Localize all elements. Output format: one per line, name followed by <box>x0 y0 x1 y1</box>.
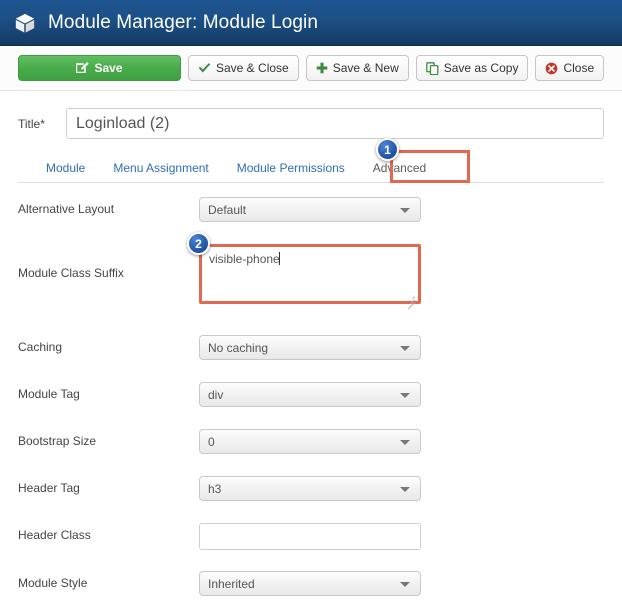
title-label-text: Title <box>18 116 41 131</box>
annotation-badge-1: 1 <box>376 138 399 161</box>
chevron-down-icon <box>400 439 410 445</box>
label-module-style: Module Style <box>18 576 88 590</box>
page-header: Module Manager: Module Login <box>0 0 622 46</box>
field-row-header-class: Header Class <box>18 523 604 550</box>
chevron-down-icon <box>400 392 410 398</box>
field-row-bootstrap-size: Bootstrap Size 0 <box>18 429 604 455</box>
select-alternative-layout[interactable]: Default <box>199 197 421 222</box>
field-row-caching: Caching No caching <box>18 335 604 361</box>
cube-icon <box>14 12 36 34</box>
label-module-tag: Module Tag <box>18 387 80 401</box>
tab-bar: Module Menu Assignment Module Permission… <box>18 138 604 183</box>
tab-advanced[interactable]: Advanced <box>359 161 440 182</box>
title-input[interactable] <box>66 108 604 139</box>
field-row-alternative-layout: Alternative Layout Default <box>18 197 604 223</box>
save-as-copy-label: Save as Copy <box>443 61 519 75</box>
select-module-style[interactable]: Inherited <box>199 571 421 596</box>
page-title: Module Manager: Module Login <box>48 11 319 33</box>
edit-pencil-icon <box>76 61 89 75</box>
close-circle-icon <box>545 62 558 75</box>
title-row: Title* <box>18 108 604 139</box>
select-module-tag[interactable]: div <box>199 382 421 407</box>
annotation-badge-2: 2 <box>187 232 210 255</box>
chevron-down-icon <box>400 581 410 587</box>
select-alternative-layout-value: Default <box>208 202 247 217</box>
field-row-header-tag: Header Tag h3 <box>18 476 604 502</box>
label-header-tag: Header Tag <box>18 481 80 495</box>
save-and-close-label: Save & Close <box>216 61 289 75</box>
advanced-form: Alternative Layout Default Module Class … <box>18 197 604 597</box>
save-and-close-button[interactable]: Save & Close <box>188 55 299 81</box>
select-module-style-value: Inherited <box>208 576 255 591</box>
save-button-label: Save <box>94 61 123 75</box>
text-cursor <box>279 252 280 265</box>
check-icon <box>198 62 211 74</box>
save-and-new-label: Save & New <box>332 61 399 75</box>
close-button-label: Close <box>563 61 595 75</box>
chevron-down-icon <box>400 486 410 492</box>
toolbar: Save Save & Close Save & New Save as Cop… <box>0 46 622 91</box>
field-row-module-style: Module Style Inherited <box>18 571 604 597</box>
label-header-class: Header Class <box>18 528 91 542</box>
save-as-copy-button[interactable]: Save as Copy <box>415 55 529 81</box>
select-header-tag-value: h3 <box>208 481 222 496</box>
textarea-module-class-suffix[interactable] <box>199 244 421 304</box>
plus-icon <box>316 62 328 74</box>
close-button[interactable]: Close <box>535 55 605 81</box>
label-module-class-suffix: Module Class Suffix <box>18 266 124 280</box>
select-caching[interactable]: No caching <box>199 335 421 360</box>
copy-icon <box>425 61 439 75</box>
label-bootstrap-size: Bootstrap Size <box>18 434 97 448</box>
select-bootstrap-size-value: 0 <box>208 434 215 449</box>
required-marker: * <box>40 116 45 131</box>
tab-module-permissions[interactable]: Module Permissions <box>223 161 359 182</box>
label-alternative-layout: Alternative Layout <box>18 202 115 216</box>
tab-menu-assignment[interactable]: Menu Assignment <box>99 161 222 182</box>
chevron-down-icon <box>400 345 410 351</box>
input-header-class[interactable] <box>199 523 421 550</box>
select-header-tag[interactable]: h3 <box>199 476 421 501</box>
save-button[interactable]: Save <box>18 55 181 81</box>
content-area: Title* Module Menu Assignment Module Per… <box>0 108 622 597</box>
label-caching: Caching <box>18 340 63 354</box>
select-module-tag-value: div <box>208 387 224 402</box>
field-row-module-tag: Module Tag div <box>18 382 604 408</box>
select-caching-value: No caching <box>208 340 269 355</box>
tab-module[interactable]: Module <box>32 161 99 182</box>
save-and-new-button[interactable]: Save & New <box>305 55 409 81</box>
select-bootstrap-size[interactable]: 0 <box>199 429 421 454</box>
field-row-module-class-suffix: Module Class Suffix 2 <box>18 232 604 310</box>
title-label: Title* <box>18 117 66 131</box>
chevron-down-icon <box>400 207 410 213</box>
